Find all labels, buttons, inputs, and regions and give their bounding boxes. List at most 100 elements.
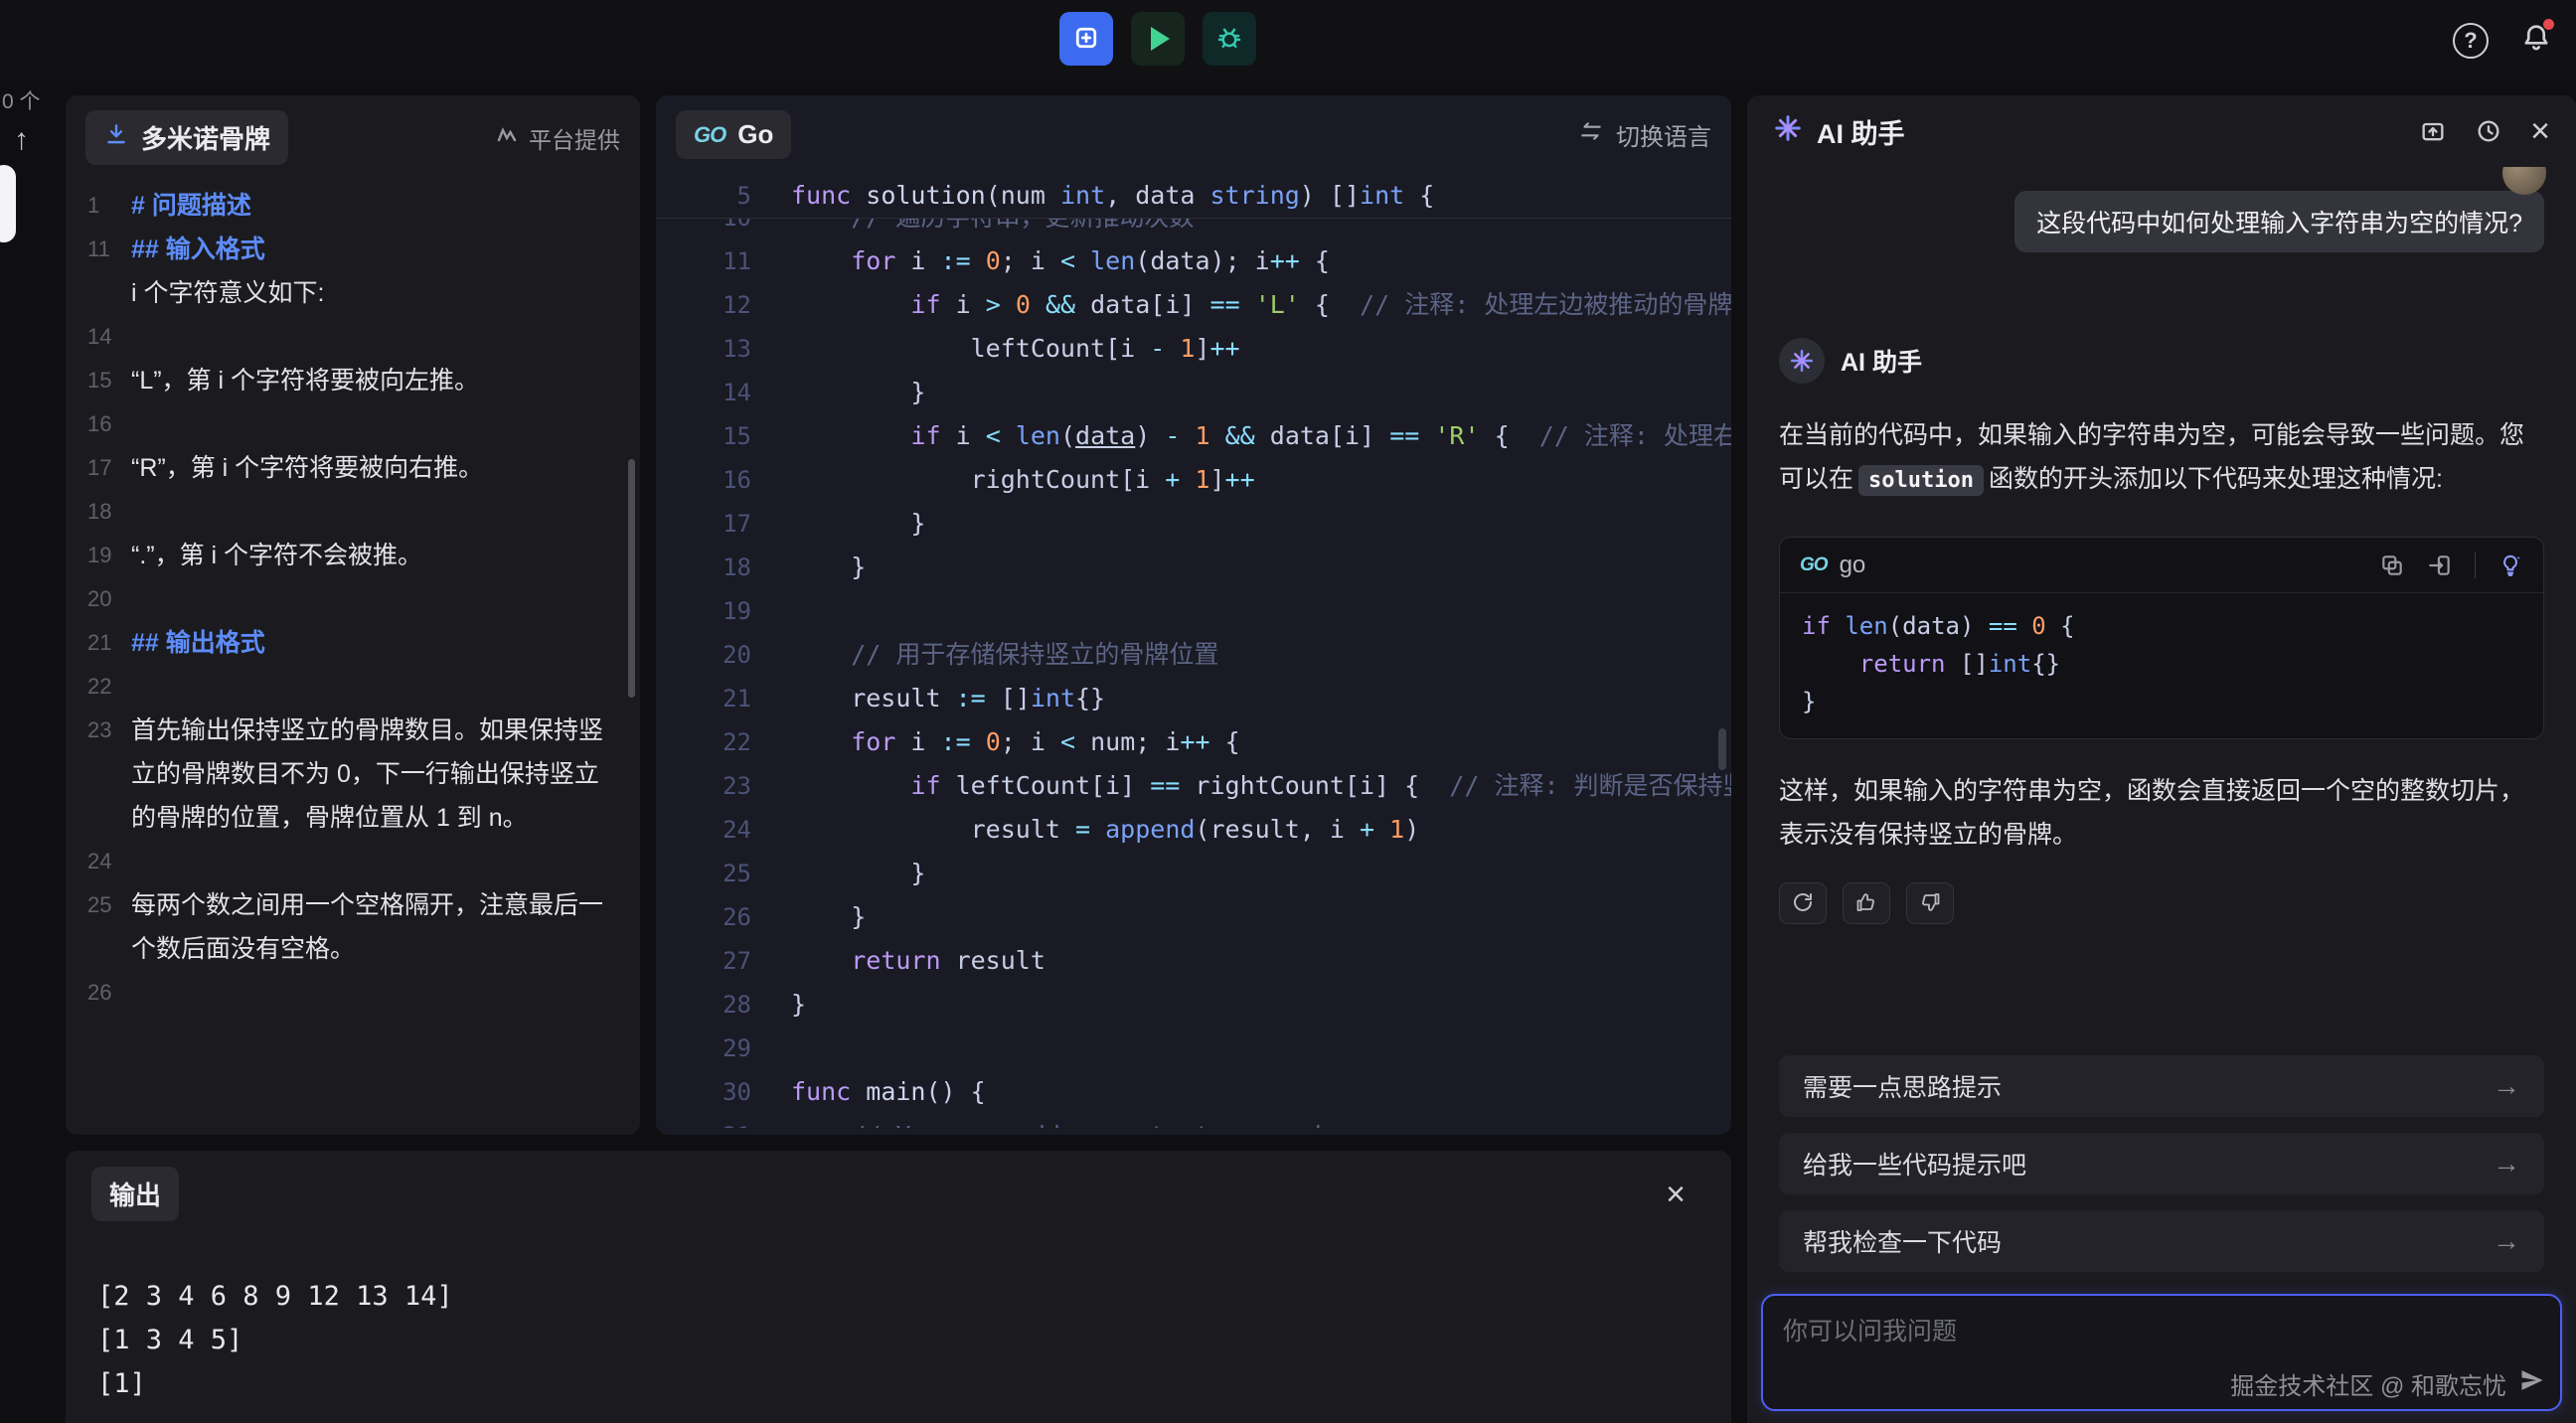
language-label: Go xyxy=(737,119,773,150)
history-icon[interactable] xyxy=(2475,117,2502,145)
arrow-right-icon: → xyxy=(2493,1148,2520,1180)
notifications-button[interactable] xyxy=(2520,22,2552,59)
assistant-name: AI 助手 xyxy=(1841,343,1922,379)
switch-language-label: 切换语言 xyxy=(1616,117,1711,152)
problem-line: i 个字符意义如下: xyxy=(87,271,640,315)
code-line: 14 } xyxy=(656,371,1731,414)
problem-panel: 多米诺骨牌 平台提供 1# 问题描述11## 输入格式i 个字符意义如下:141… xyxy=(66,95,640,1135)
code-editor-panel: GO Go 切换语言 5func solution(num int, data … xyxy=(656,95,1731,1135)
problem-line: 17“R”，第 i 个字符将要被向右推。 xyxy=(87,446,640,490)
suggestion-button[interactable]: 需要一点思路提示 → xyxy=(1779,1055,2544,1117)
code-block-actions xyxy=(2379,553,2523,578)
suggestion-button[interactable]: 帮我检查一下代码 → xyxy=(1779,1210,2544,1272)
code-line: 25 } xyxy=(656,852,1731,895)
chat-input-box[interactable]: 掘金技术社区 @ 和歌忘忧 xyxy=(1761,1294,2562,1411)
assistant-code-block: GO go if len(data) == 0 { retur xyxy=(1779,537,2544,739)
suggestion-label: 帮我检查一下代码 xyxy=(1803,1223,2002,1259)
rail-handle[interactable] xyxy=(0,165,16,242)
code-line: 26 } xyxy=(656,895,1731,939)
code-line: return []int{} xyxy=(1802,645,2521,683)
code-line: 15 if i < len(data) - 1 && data[i] == 'R… xyxy=(656,414,1731,458)
suggested-prompts: 需要一点思路提示 → 给我一些代码提示吧 → 帮我检查一下代码 → xyxy=(1747,1055,2576,1272)
ai-title-group: AI 助手 xyxy=(1773,112,1905,151)
code-line: 22 for i := 0; i < num; i++ { xyxy=(656,720,1731,764)
output-line: [1 3 4 5] xyxy=(97,1319,1699,1362)
add-button[interactable] xyxy=(1059,12,1113,66)
bulb-icon[interactable] xyxy=(2497,553,2523,578)
editor-scrollbar[interactable] xyxy=(1718,728,1726,770)
problem-line: 16 xyxy=(87,402,640,446)
code-line: if len(data) == 0 { xyxy=(1802,607,2521,645)
problem-line: 15“L”，第 i 个字符将要被向左推。 xyxy=(87,359,640,402)
ai-close-button[interactable]: × xyxy=(2530,114,2550,148)
output-panel: 输出 × [2 3 4 6 8 9 12 13 14][1 3 4 5][1] xyxy=(66,1151,1731,1423)
chat-input[interactable] xyxy=(1763,1296,2560,1409)
code-line: 16 rightCount[i + 1]++ xyxy=(656,458,1731,502)
chat-area: 这段代码中如何处理输入字符串为空的情况? AI 助手 在当前的代码中，如果输入的… xyxy=(1747,167,2576,1055)
suggestion-label: 给我一些代码提示吧 xyxy=(1803,1146,2026,1182)
copy-icon[interactable] xyxy=(2379,553,2405,578)
output-line: [1] xyxy=(97,1362,1699,1406)
code-block-body: if len(data) == 0 { return []int{}} xyxy=(1780,593,2543,738)
problem-line: 22 xyxy=(87,665,640,709)
problem-content: 1# 问题描述11## 输入格式i 个字符意义如下:1415“L”，第 i 个字… xyxy=(66,180,640,1015)
rail-count-label: 0 个 xyxy=(2,85,41,115)
code-block-lang: GO go xyxy=(1800,552,1865,579)
assistant-avatar xyxy=(1779,338,1825,384)
code-line: 21 result := []int{} xyxy=(656,677,1731,720)
output-line: [2 3 4 6 8 9 12 13 14] xyxy=(97,1275,1699,1319)
problem-line: 23首先输出保持竖立的骨牌数目。如果保持竖立的骨牌数目不为 0，下一行输出保持竖… xyxy=(87,709,640,840)
problem-line: 1# 问题描述 xyxy=(87,184,640,228)
code-line: 17 } xyxy=(656,502,1731,546)
problem-title-chip: 多米诺骨牌 xyxy=(85,110,288,165)
problem-scrollbar[interactable] xyxy=(628,459,635,698)
problem-line: 21## 输出格式 xyxy=(87,621,640,665)
notification-dot xyxy=(2543,19,2554,30)
ai-panel-title: AI 助手 xyxy=(1817,112,1905,151)
problem-line: 19“.”，第 i 个字符不会被推。 xyxy=(87,534,640,577)
output-close-button[interactable]: × xyxy=(1666,1178,1686,1211)
sticky-code-line: 5func solution(num int, data string) []i… xyxy=(656,174,1731,219)
output-console: [2 3 4 6 8 9 12 13 14][1 3 4 5][1] xyxy=(66,1227,1731,1406)
problem-line: 26 xyxy=(87,971,640,1015)
output-header: 输出 × xyxy=(66,1151,1731,1227)
output-title-chip: 输出 xyxy=(91,1167,179,1221)
assistant-row: AI 助手 xyxy=(1779,338,2544,384)
code-line: 29 xyxy=(656,1027,1731,1070)
regenerate-button[interactable] xyxy=(1779,882,1827,924)
problem-line: 11## 输入格式 xyxy=(87,228,640,271)
code-editor[interactable]: 5func solution(num int, data string) []i… xyxy=(656,174,1731,1128)
assistant-paragraph: 这样，如果输入的字符串为空，函数会直接返回一个空的整数切片，表示没有保持竖立的骨… xyxy=(1779,769,2544,857)
ai-header: AI 助手 × xyxy=(1747,95,2576,167)
ai-spark-icon xyxy=(1773,113,1803,150)
thumbs-down-button[interactable] xyxy=(1906,882,1954,924)
problem-line: 25每两个数之间用一个空格隔开，注意最后一个数后面没有空格。 xyxy=(87,883,640,971)
code-line: 12 if i > 0 && data[i] == 'L' { // 注释: 处… xyxy=(656,283,1731,327)
code-line: 5func solution(num int, data string) []i… xyxy=(656,174,1731,218)
code-line: 11 for i := 0; i < len(data); i++ { xyxy=(656,239,1731,283)
ai-header-icons: × xyxy=(2419,114,2550,148)
user-message: 这段代码中如何处理输入字符串为空的情况? xyxy=(2014,191,2544,252)
suggestion-button[interactable]: 给我一些代码提示吧 → xyxy=(1779,1133,2544,1194)
go-logo-icon: GO xyxy=(694,122,725,148)
language-chip: GO Go xyxy=(676,110,791,159)
problem-provider: 平台提供 xyxy=(495,121,620,155)
message-actions xyxy=(1779,882,2544,924)
collapse-up-icon[interactable]: ↑ xyxy=(14,123,29,157)
debug-button[interactable] xyxy=(1203,12,1256,66)
refresh-icon xyxy=(1791,890,1815,917)
run-button[interactable] xyxy=(1131,12,1185,66)
insert-code-icon[interactable] xyxy=(2427,553,2453,578)
switch-language-button[interactable]: 切换语言 xyxy=(1578,117,1711,152)
share-conversation-icon[interactable] xyxy=(2419,117,2447,145)
code-lines: 10 // 遍历字符串，更新推动次数11 for i := 0; i < len… xyxy=(656,174,1731,1128)
code-line: 28} xyxy=(656,983,1731,1027)
help-button[interactable]: ? xyxy=(2453,23,2489,59)
thumbs-up-icon xyxy=(1854,890,1878,917)
thumbs-up-button[interactable] xyxy=(1843,882,1890,924)
divider xyxy=(2475,553,2476,578)
problem-line: 18 xyxy=(87,490,640,534)
code-line: 18 } xyxy=(656,546,1731,589)
bell-icon xyxy=(2520,41,2552,58)
code-line: 30func main() { xyxy=(656,1070,1731,1114)
